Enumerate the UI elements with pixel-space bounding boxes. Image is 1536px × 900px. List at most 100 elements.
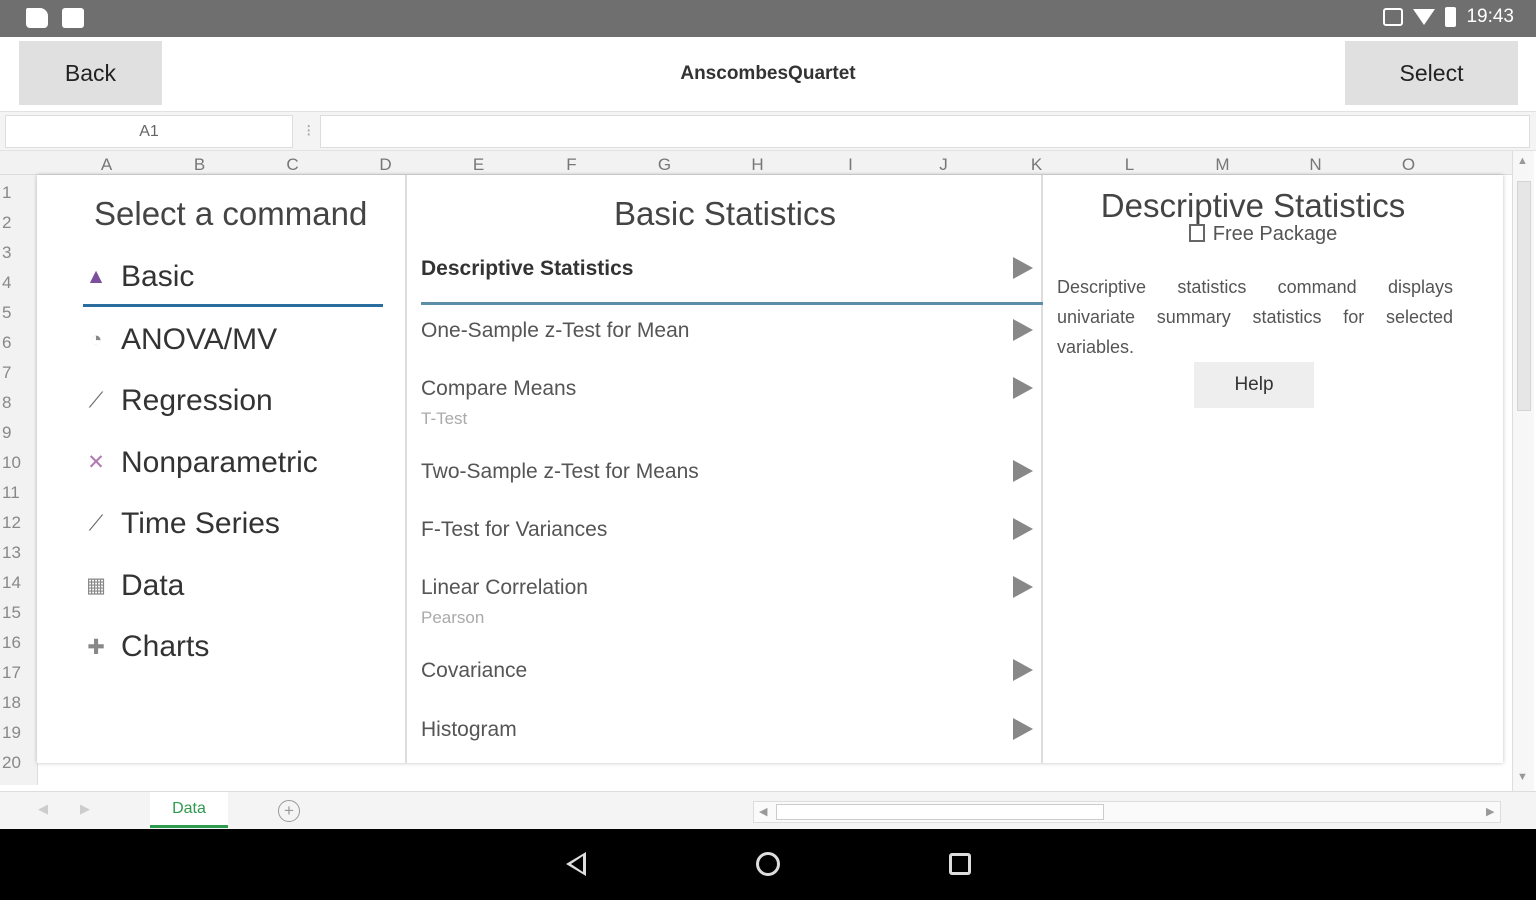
chevron-right-icon xyxy=(1013,460,1033,482)
row-header[interactable]: 15 xyxy=(2,603,21,623)
scroll-down-icon[interactable]: ▼ xyxy=(1517,771,1528,783)
column-header[interactable]: C xyxy=(246,155,339,175)
category-item[interactable]: ⟋ Time Series xyxy=(83,495,383,553)
row-header[interactable]: 13 xyxy=(2,543,21,563)
row-header[interactable]: 11 xyxy=(2,483,20,503)
command-label: Two-Sample z-Test for Means xyxy=(421,460,699,483)
formula-separator: ⁝ xyxy=(306,121,312,140)
chevron-right-icon xyxy=(1013,257,1033,279)
command-label: One-Sample z-Test for Mean xyxy=(421,319,690,342)
time-series-icon: ⟋ xyxy=(88,512,104,535)
battery-icon xyxy=(1445,7,1457,27)
row-header[interactable]: 20 xyxy=(2,753,21,773)
category-label: Time Series xyxy=(121,507,280,540)
row-header[interactable]: 10 xyxy=(2,453,21,473)
scroll-up-icon[interactable]: ▲ xyxy=(1517,155,1528,167)
column-header[interactable]: J xyxy=(897,155,990,175)
horizontal-scroll-thumb[interactable] xyxy=(776,804,1104,820)
column-header[interactable]: H xyxy=(711,155,804,175)
column-header[interactable]: I xyxy=(804,155,897,175)
detail-pane: Descriptive Statistics Free Package Desc… xyxy=(1043,175,1503,763)
help-button[interactable]: Help xyxy=(1194,362,1314,408)
row-header[interactable]: 1 xyxy=(2,183,11,203)
category-item[interactable]: ✚ Charts xyxy=(83,618,383,676)
category-item[interactable]: ⟋ Regression xyxy=(83,372,383,430)
add-sheet-icon[interactable]: + xyxy=(278,800,300,822)
command-label: Histogram xyxy=(421,718,517,741)
formula-bar: A1 ⁝ xyxy=(0,111,1536,151)
command-item[interactable]: Histogram xyxy=(421,718,1033,742)
column-header[interactable]: O xyxy=(1362,155,1455,175)
scroll-left-icon[interactable]: ◀ xyxy=(759,805,767,818)
vertical-scrollbar[interactable]: ▲ ▼ xyxy=(1512,151,1534,791)
column-header[interactable]: B xyxy=(153,155,246,175)
status-time: 19:43 xyxy=(1466,6,1514,27)
command-item[interactable]: Covariance xyxy=(421,659,1033,683)
mute-icon xyxy=(1383,8,1404,26)
category-label: Basic xyxy=(121,259,195,293)
sheet-bar: ◀ ▶ Data + ◀ ▶ xyxy=(0,791,1536,829)
cell-reference-box[interactable]: A1 xyxy=(5,115,293,148)
sheet-next-icon[interactable]: ▶ xyxy=(80,801,90,817)
row-header[interactable]: 4 xyxy=(2,273,11,293)
command-item[interactable]: Compare Means T-Test xyxy=(421,377,1033,429)
command-pane: Basic Statistics Descriptive Statistics O… xyxy=(407,175,1043,763)
row-header[interactable]: 5 xyxy=(2,303,11,323)
sheet-tab-data[interactable]: Data xyxy=(150,792,228,828)
column-header[interactable]: K xyxy=(990,155,1083,175)
command-item[interactable]: One-Sample z-Test for Mean xyxy=(421,319,1033,343)
row-header[interactable]: 17 xyxy=(2,663,21,683)
command-pane-title: Basic Statistics xyxy=(614,195,836,232)
row-header[interactable]: 3 xyxy=(2,243,11,263)
chevron-right-icon xyxy=(1013,659,1033,681)
column-header[interactable]: N xyxy=(1269,155,1362,175)
column-header[interactable]: M xyxy=(1176,155,1269,175)
anova-icon: ◔ xyxy=(89,327,103,351)
row-header[interactable]: 2 xyxy=(2,213,11,233)
nav-recents-icon[interactable] xyxy=(949,853,971,875)
nonparametric-icon: ✕ xyxy=(87,451,105,474)
package-icon xyxy=(1188,224,1205,242)
column-header[interactable]: G xyxy=(618,155,711,175)
vertical-scroll-thumb[interactable] xyxy=(1517,181,1531,411)
category-item[interactable]: ▲ Basic xyxy=(83,249,383,307)
column-header[interactable]: L xyxy=(1083,155,1176,175)
row-header[interactable]: 12 xyxy=(2,513,21,533)
formula-input[interactable] xyxy=(320,115,1530,148)
image-icon xyxy=(62,8,84,28)
select-button[interactable]: Select xyxy=(1345,41,1518,105)
command-dialog: Select a command ▲ Basic ◔ ANOVA/MV ⟋ Regress… xyxy=(37,175,1503,763)
command-item[interactable]: F-Test for Variances xyxy=(421,518,1033,542)
chevron-right-icon xyxy=(1013,377,1033,399)
row-header[interactable]: 19 xyxy=(2,723,21,743)
category-item[interactable]: ◔ ANOVA/MV xyxy=(83,311,383,369)
command-item[interactable]: Two-Sample z-Test for Means xyxy=(421,460,1033,484)
row-header[interactable]: 8 xyxy=(2,393,11,413)
row-header[interactable]: 7 xyxy=(2,363,11,383)
row-header[interactable]: 16 xyxy=(2,633,21,653)
row-header[interactable]: 14 xyxy=(2,573,21,593)
column-header[interactable]: F xyxy=(525,155,618,175)
category-pane: Select a command ▲ Basic ◔ ANOVA/MV ⟋ Regress… xyxy=(37,175,407,763)
chevron-right-icon xyxy=(1013,718,1033,740)
row-header[interactable]: 18 xyxy=(2,693,21,713)
category-item[interactable]: ▦ Data xyxy=(83,557,383,615)
nav-back-icon[interactable] xyxy=(566,852,586,876)
category-label: Nonparametric xyxy=(121,445,318,479)
scroll-right-icon[interactable]: ▶ xyxy=(1486,805,1494,818)
nav-home-icon[interactable] xyxy=(756,852,780,876)
category-item[interactable]: ✕ Nonparametric xyxy=(83,434,383,492)
column-header[interactable]: A xyxy=(60,155,153,175)
sheet-prev-icon[interactable]: ◀ xyxy=(38,801,48,817)
android-nav-bar xyxy=(0,829,1536,900)
command-item[interactable]: Descriptive Statistics xyxy=(421,257,1033,281)
row-header[interactable]: 6 xyxy=(2,333,11,353)
horizontal-scrollbar[interactable]: ◀ ▶ xyxy=(753,801,1501,823)
row-header[interactable]: 9 xyxy=(2,423,11,443)
command-item[interactable]: Linear Correlation Pearson xyxy=(421,576,1033,628)
package-label: Free Package xyxy=(1043,223,1483,246)
command-label: Descriptive Statistics xyxy=(421,257,634,280)
column-header[interactable]: E xyxy=(432,155,525,175)
chevron-right-icon xyxy=(1013,319,1033,341)
column-header[interactable]: D xyxy=(339,155,432,175)
